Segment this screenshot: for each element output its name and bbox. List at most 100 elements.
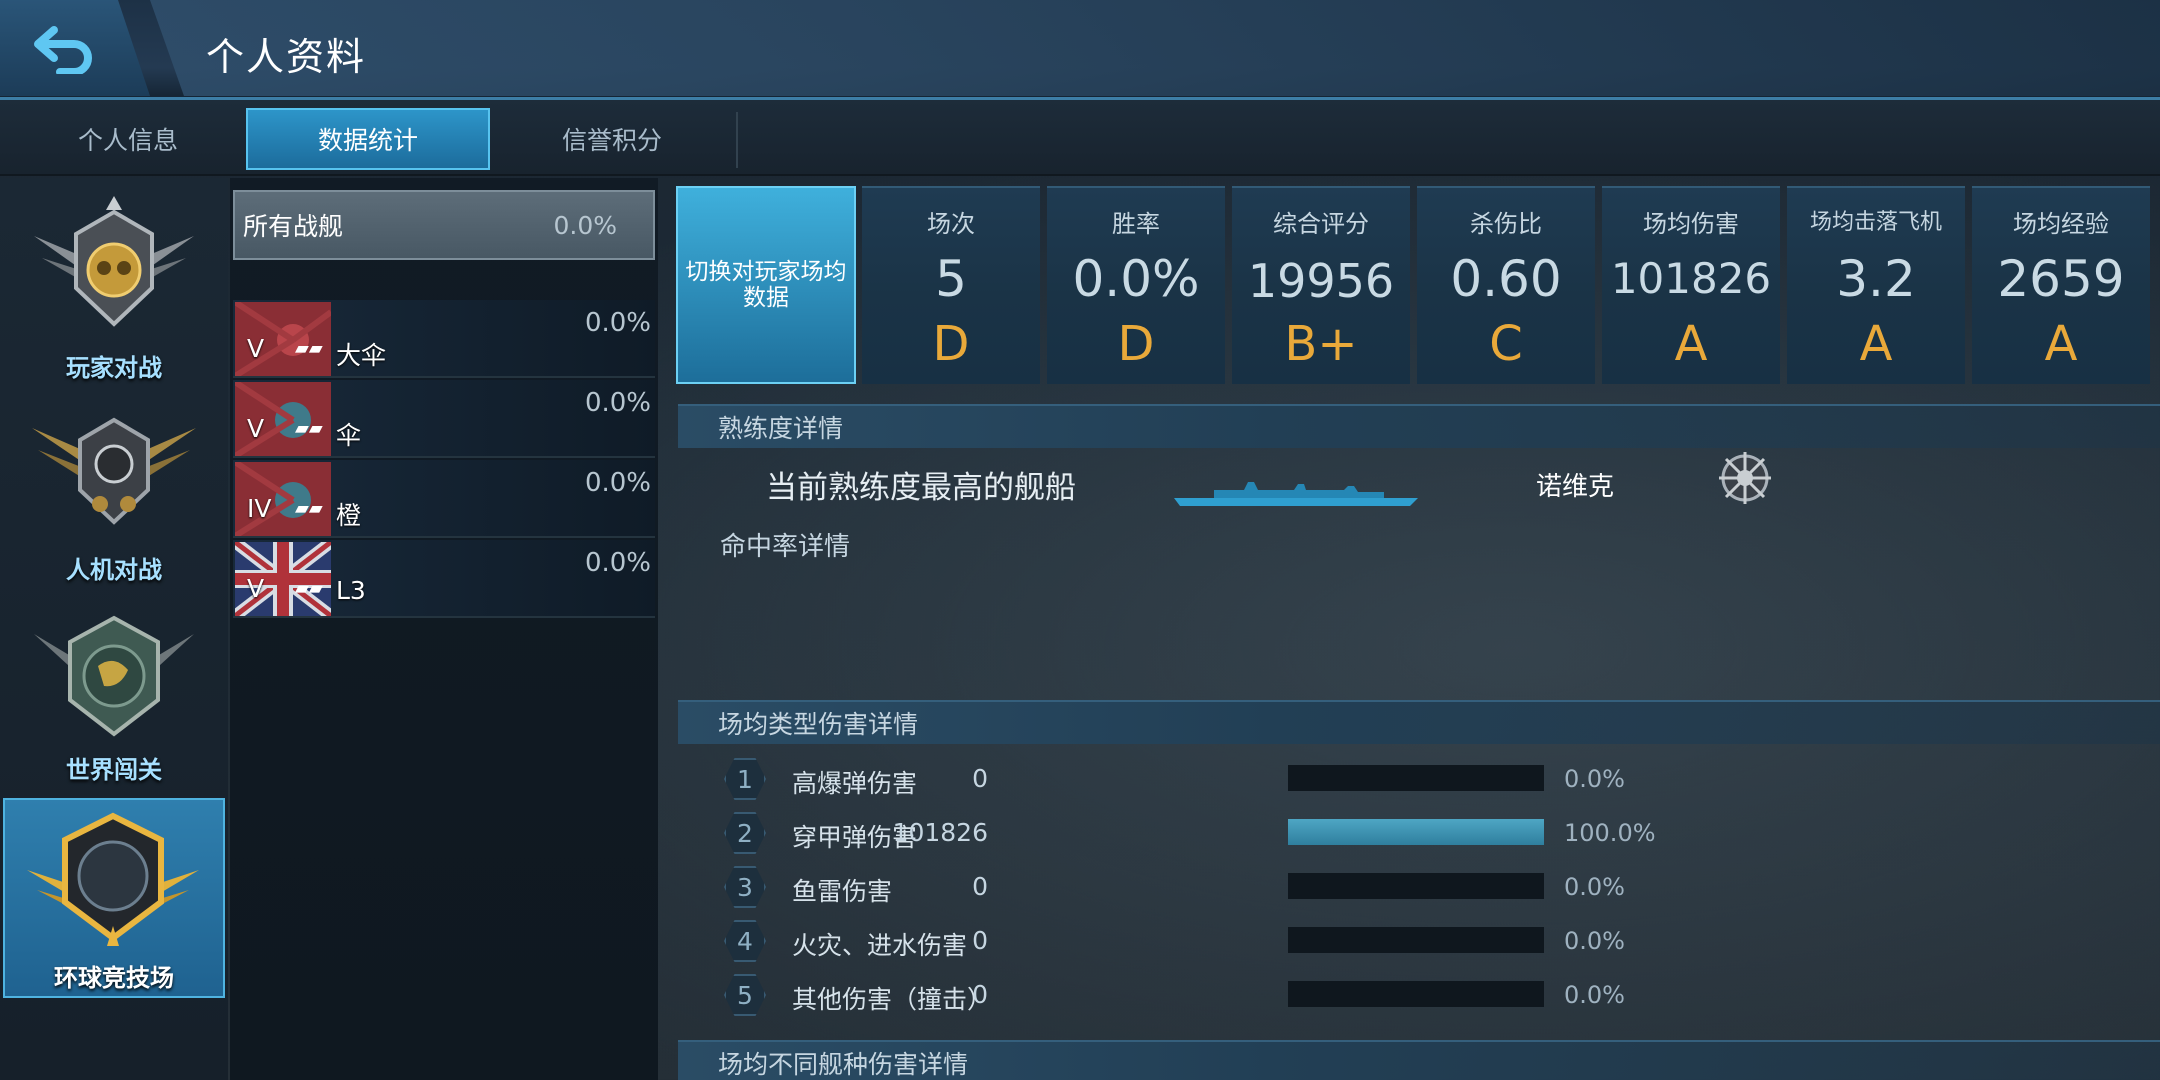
damage-bar — [1288, 873, 1544, 899]
damage-row: 4 火灾、进水伤害 0 0.0% — [720, 916, 2160, 966]
header-banner — [150, 0, 2160, 96]
ship-tier: V — [247, 574, 265, 603]
stat-value: 101826 — [1610, 254, 1772, 303]
ship-row[interactable]: V ▰▰ L3 0.0% — [233, 540, 655, 618]
best-ship-name: 诺维克 — [1536, 472, 1615, 502]
proficiency-header: 熟练度详情 — [678, 404, 2160, 448]
stat-grade: C — [1489, 316, 1523, 372]
stat-grade: D — [932, 316, 970, 372]
stat-grade: B+ — [1284, 316, 1358, 372]
mode-label: 世界闯关 — [66, 756, 162, 784]
stat-value: 2659 — [1997, 250, 2125, 308]
tab-personal-info[interactable]: 个人信息 — [6, 108, 250, 170]
mode-pvp[interactable]: 玩家对战 — [0, 190, 228, 390]
stat-label: 综合评分 — [1273, 210, 1369, 238]
stat-overall-score: 综合评分 19956 B+ — [1232, 186, 1410, 384]
stat-grade: A — [2044, 316, 2078, 372]
stat-label: 杀伤比 — [1470, 210, 1542, 238]
row-number: 4 — [724, 920, 766, 962]
ship-row[interactable]: V ▰▰ 伞 0.0% — [233, 380, 655, 458]
ship-class-icon: ▰▰ — [295, 578, 323, 599]
damage-name: 高爆弹伤害 — [792, 769, 918, 798]
ship-pct: 0.0% — [584, 308, 651, 338]
damage-row: 5 其他伤害（撞击） 0 0.0% — [720, 970, 2160, 1020]
stat-value: 0.60 — [1450, 250, 1562, 308]
ship-name: 大伞 — [336, 341, 387, 370]
damage-pct: 100.0% — [1564, 819, 1656, 847]
ship-tier: V — [247, 334, 265, 363]
stat-value: 3.2 — [1836, 250, 1916, 308]
mode-pve[interactable]: 人机对战 — [0, 394, 228, 594]
stat-grade: A — [1859, 316, 1893, 372]
damage-value: 0 — [972, 980, 988, 1009]
pvp-emblem-icon — [34, 196, 194, 327]
damage-types-header: 场均类型伤害详情 — [678, 700, 2160, 744]
tab-reputation[interactable]: 信誉积分 — [490, 108, 734, 170]
ship-row[interactable]: IV ▰▰ 橙 0.0% — [233, 460, 655, 538]
all-ships-label: 所有战舰 — [243, 212, 344, 241]
damage-pct: 0.0% — [1564, 873, 1625, 901]
arena-emblem-icon — [27, 812, 199, 946]
tab-data-stats[interactable]: 数据统计 — [246, 108, 490, 170]
ship-name: 伞 — [336, 421, 362, 450]
stat-avg-exp: 场均经验 2659 A — [1972, 186, 2150, 384]
back-arrow-icon — [34, 26, 92, 74]
stat-avg-planes: 场均击落飞机 3.2 A — [1787, 186, 1965, 384]
stat-kd-ratio: 杀伤比 0.60 C — [1417, 186, 1595, 384]
ship-class-icon: ▰▰ — [295, 418, 323, 439]
all-ships-item[interactable]: 所有战舰 0.0% — [233, 190, 655, 260]
stat-avg-damage: 场均伤害 101826 A — [1602, 186, 1780, 384]
mode-world[interactable]: 世界闯关 — [0, 598, 228, 798]
pve-emblem-icon — [32, 417, 196, 525]
ship-class-icon: ▰▰ — [295, 498, 323, 519]
damage-name: 火灾、进水伤害 — [792, 931, 968, 960]
row-number: 1 — [724, 758, 766, 800]
all-ships-pct: 0.0% — [553, 210, 617, 240]
page-title: 个人资料 — [206, 35, 367, 79]
ship-wheel-icon — [1719, 452, 1771, 504]
stat-grade: A — [1674, 316, 1708, 372]
stat-grade: D — [1117, 316, 1155, 372]
mode-label: 人机对战 — [66, 556, 162, 584]
hit-rate-label: 命中率详情 — [720, 532, 851, 562]
damage-bar — [1288, 765, 1544, 791]
world-emblem-icon — [34, 615, 194, 737]
damage-pct: 0.0% — [1564, 981, 1625, 1009]
toggle-average-button[interactable]: 切换对玩家场均数据 — [676, 186, 856, 384]
mode-label: 环球竞技场 — [54, 964, 174, 992]
damage-pct: 0.0% — [1564, 765, 1625, 793]
mode-label: 玩家对战 — [66, 354, 162, 382]
stat-label: 场均经验 — [2013, 210, 2109, 238]
ship-tier: IV — [247, 494, 272, 523]
tab-divider — [736, 112, 738, 168]
ship-name: 橙 — [336, 501, 362, 530]
stat-value: 5 — [935, 250, 967, 308]
damage-bar — [1288, 981, 1544, 1007]
stat-label: 场次 — [927, 210, 975, 238]
damage-value: 0 — [972, 872, 988, 901]
stat-label: 胜率 — [1112, 210, 1160, 238]
damage-value: 0 — [972, 764, 988, 793]
stat-win-rate: 胜率 0.0% D — [1047, 186, 1225, 384]
ship-pct: 0.0% — [584, 468, 651, 498]
ship-class-icon: ▰▰ — [295, 338, 323, 359]
ship-row[interactable]: V ▰▰ 大伞 0.0% — [233, 300, 655, 378]
stat-value: 0.0% — [1072, 250, 1200, 308]
row-number: 5 — [724, 974, 766, 1016]
best-ship-label: 当前熟练度最高的舰船 — [766, 470, 1076, 506]
ship-tier: V — [247, 414, 265, 443]
stat-label: 场均伤害 — [1643, 210, 1739, 238]
damage-bar — [1288, 927, 1544, 953]
stat-value: 19956 — [1247, 254, 1395, 308]
damage-row: 3 鱼雷伤害 0 0.0% — [720, 862, 2160, 912]
row-number: 2 — [724, 812, 766, 854]
damage-row: 1 高爆弹伤害 0 0.0% — [720, 754, 2160, 804]
ship-name: L3 — [336, 576, 366, 605]
ship-pct: 0.0% — [584, 548, 651, 578]
damage-name: 其他伤害（撞击） — [792, 985, 993, 1014]
mode-arena[interactable]: 环球竞技场 — [3, 798, 225, 998]
ship-class-damage-header: 场均不同舰种伤害详情 — [678, 1040, 2160, 1080]
damage-name: 鱼雷伤害 — [792, 877, 893, 906]
damage-value: 0 — [972, 926, 988, 955]
row-number: 3 — [724, 866, 766, 908]
